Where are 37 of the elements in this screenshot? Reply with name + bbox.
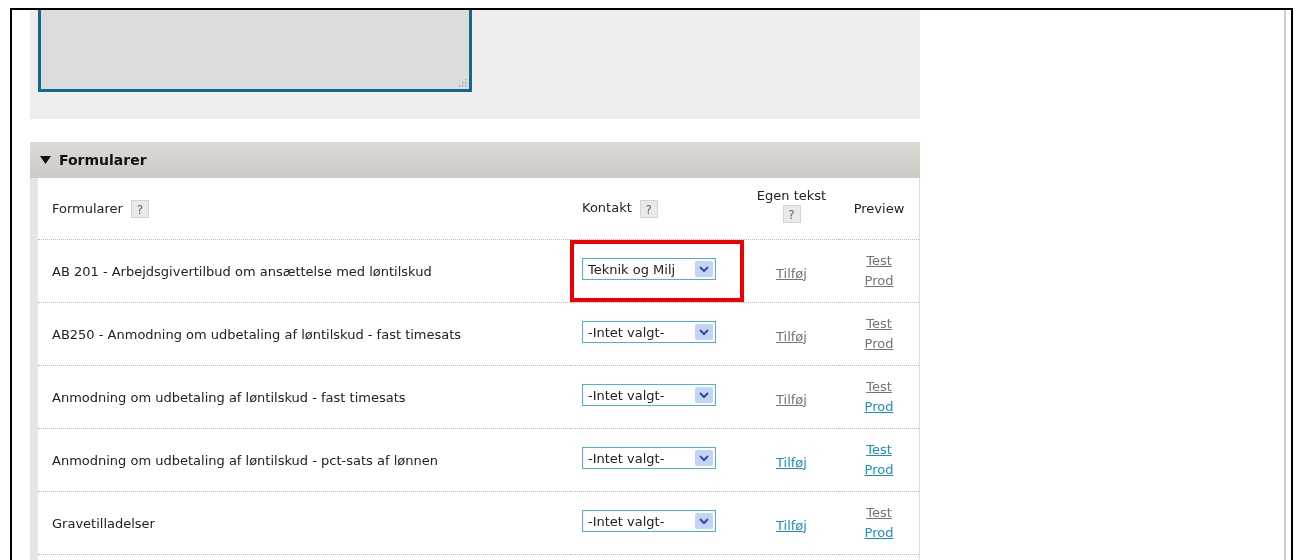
help-button[interactable]: ? [130,199,149,218]
contact-select[interactable]: Teknik og Milj [582,258,716,281]
column-header: Preview [853,201,905,216]
section-header[interactable]: Formularer [30,142,920,178]
contact-select[interactable]: -Intet valgt- [582,447,716,470]
add-link[interactable]: Tilføj [776,391,807,407]
prod-link[interactable]: Prod [864,336,894,352]
column-header: Kontakt [582,200,632,215]
help-button[interactable]: ? [782,205,801,223]
prod-link[interactable]: Prod [864,399,894,415]
add-link[interactable]: Tilføj [776,517,807,533]
test-link[interactable]: Test [866,253,892,269]
prod-link[interactable]: Prod [864,462,894,478]
form-name: AB 201 - Arbejdsgivertilbud om ansættelse med løntilskud [52,263,432,279]
add-link[interactable]: Tilføj [776,454,807,470]
test-link[interactable]: Test [866,505,892,521]
test-link[interactable]: Test [866,442,892,458]
test-link[interactable]: Test [866,316,892,332]
test-link[interactable]: Test [866,379,892,395]
help-button[interactable]: ? [639,199,658,218]
form-name: Anmodning om udbetaling af løntilskud - pct-sats af lønnen [52,452,438,468]
form-name: Gravetilladelser [52,515,155,531]
prod-link[interactable]: Prod [864,273,894,289]
section-title: Formularer [59,152,147,168]
form-name: Anmodning om udbetaling af løntilskud - fast timesats [52,389,406,405]
text-area[interactable] [38,10,472,92]
resize-grip-icon[interactable] [457,77,467,87]
column-header: Egen tekst [755,188,828,203]
add-link[interactable]: Tilføj [776,328,807,344]
column-header: Formularer [52,200,123,215]
contact-select[interactable]: -Intet valgt- [582,510,716,533]
form-name: AB250 - Anmodning om udbetaling af løntilskud - fast timesats [52,326,462,342]
add-link[interactable]: Tilføj [776,265,807,281]
contact-select[interactable]: -Intet valgt- [582,384,716,407]
contact-select[interactable]: -Intet valgt- [582,321,716,344]
prod-link[interactable]: Prod [864,525,894,541]
collapse-triangle-icon[interactable] [40,156,51,164]
